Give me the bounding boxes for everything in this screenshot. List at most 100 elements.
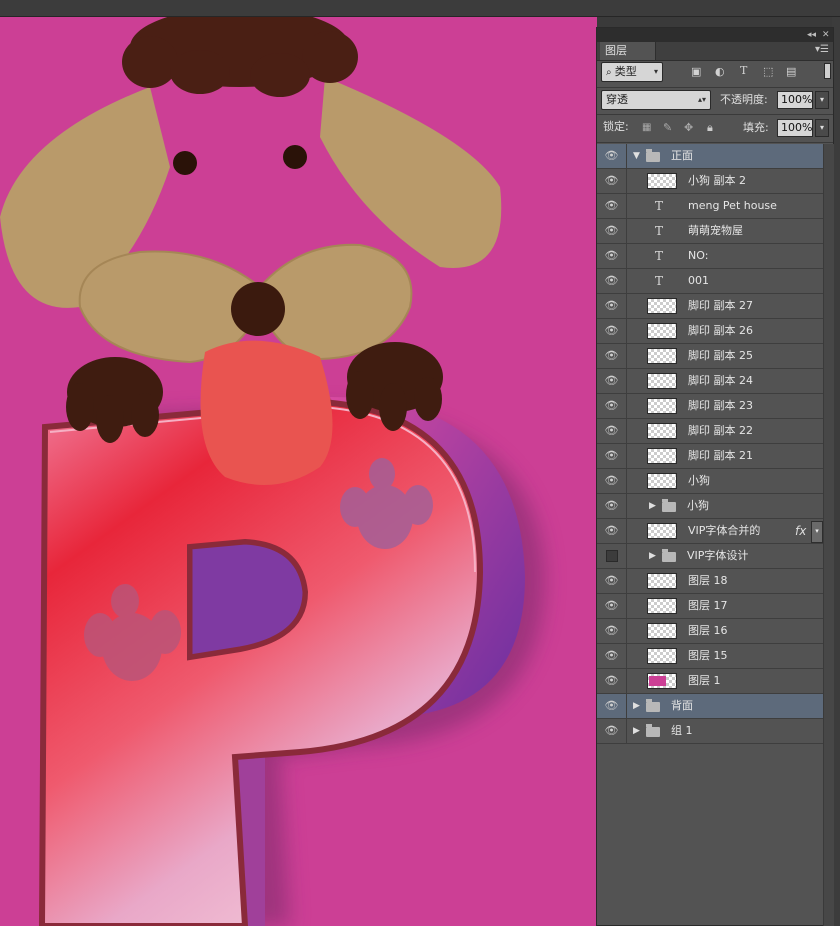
type-filter-icon[interactable]: T (740, 64, 747, 77)
eye-icon[interactable]: 👁︎ (597, 719, 627, 743)
eye-icon[interactable]: 👁︎ (597, 519, 627, 543)
layer-row[interactable]: 👁︎ ▶ 小狗 (597, 494, 823, 519)
layer-row[interactable]: 👁︎ Tmeng Pet house (597, 194, 823, 219)
layer-row[interactable]: 👁︎ T 萌萌宠物屋 (597, 219, 823, 244)
layer-row[interactable]: ▶ VIP字体设计 (597, 544, 823, 569)
layer-row[interactable]: 👁︎ 小狗 副本 2 (597, 169, 823, 194)
layer-row[interactable]: 👁︎ 脚印 副本 21 (597, 444, 823, 469)
lock-move-icon[interactable]: ✥ (684, 121, 693, 134)
fill-input[interactable]: 100% (777, 119, 813, 137)
eye-icon[interactable]: 👁︎ (597, 169, 627, 193)
dog-nose (231, 282, 285, 336)
eye-icon[interactable]: 👁︎ (597, 419, 627, 443)
effects-expand-icon[interactable]: ▾ (811, 521, 823, 543)
layer-row[interactable]: 👁︎ ▼ 正面 (597, 144, 823, 169)
layer-row[interactable]: 👁︎ 脚印 副本 25 (597, 344, 823, 369)
eye-icon[interactable]: 👁︎ (597, 194, 627, 218)
expand-right-icon[interactable]: ▶ (633, 719, 640, 743)
eye-icon[interactable]: 👁︎ (597, 469, 627, 493)
folder-icon (662, 499, 676, 512)
adjustment-filter-icon[interactable]: ◐ (715, 65, 725, 78)
shape-filter-icon[interactable]: ⬚ (763, 65, 773, 78)
filter-toggle-switch[interactable] (824, 63, 831, 79)
layer-row[interactable]: 👁︎ 图层 15 (597, 644, 823, 669)
eye-icon[interactable]: 👁︎ (597, 569, 627, 593)
expand-right-icon[interactable]: ▶ (649, 544, 656, 568)
lock-label: 锁定: (603, 120, 629, 133)
divider (597, 142, 833, 143)
fill-chevron-icon[interactable]: ▾ (815, 119, 829, 137)
layer-name: 组 1 (671, 724, 693, 737)
eye-icon[interactable]: 👁︎ (597, 619, 627, 643)
document-canvas[interactable] (0, 17, 597, 926)
eye-icon[interactable]: 👁︎ (597, 594, 627, 618)
layer-name: NO: (688, 249, 709, 262)
opacity-chevron-icon[interactable]: ▾ (815, 91, 829, 109)
layer-name: 脚印 副本 24 (688, 374, 753, 387)
eye-icon[interactable]: 👁︎ (597, 644, 627, 668)
layer-thumbnail (647, 373, 677, 389)
eye-icon[interactable]: 👁︎ (597, 694, 627, 718)
eye-icon[interactable]: 👁︎ (597, 294, 627, 318)
layer-name: 图层 15 (688, 649, 728, 662)
layers-panel: ◂◂ ✕ 图层 ▾☰ ⌕ 类型 ▾ ▣ ◐ T ⬚ ▤ 穿透 ▴▾ 不透明度: … (596, 27, 834, 926)
layer-row[interactable]: 👁︎ VIP字体合并的 fx ▾ (597, 519, 823, 544)
expand-right-icon[interactable]: ▶ (633, 694, 640, 718)
eye-icon[interactable]: 👁︎ (597, 144, 627, 168)
opacity-label: 不透明度: (720, 93, 768, 106)
layer-name: 001 (688, 274, 709, 287)
layer-thumbnail (647, 323, 677, 339)
layer-row[interactable]: 👁︎ 脚印 副本 24 (597, 369, 823, 394)
chevron-down-icon: ▴▾ (697, 95, 706, 104)
layer-thumbnail (647, 673, 677, 689)
eye-icon[interactable]: 👁︎ (597, 219, 627, 243)
dog-eye-left (173, 151, 197, 175)
panel-menu-icon[interactable]: ▾☰ (815, 44, 829, 55)
layer-thumbnail (647, 598, 677, 614)
expand-right-icon[interactable]: ▶ (649, 494, 656, 518)
lock-transparent-icon[interactable]: ▦ (642, 122, 651, 133)
layer-thumbnail (647, 473, 677, 489)
eye-icon[interactable]: 👁︎ (597, 269, 627, 293)
layer-row[interactable]: 👁︎ 脚印 副本 22 (597, 419, 823, 444)
layer-row[interactable]: 👁︎ 小狗 (597, 469, 823, 494)
image-filter-icon[interactable]: ▣ (691, 65, 701, 78)
tab-layers[interactable]: 图层 (600, 42, 656, 60)
eye-icon[interactable]: 👁︎ (597, 369, 627, 393)
layer-row[interactable]: 👁︎ T 001 (597, 269, 823, 294)
visibility-off-box[interactable] (597, 544, 627, 568)
smart-object-filter-icon[interactable]: ▤ (786, 65, 796, 78)
lock-all-icon[interactable]: 🔒︎ (707, 121, 713, 135)
layer-name: VIP字体合并的 (688, 524, 761, 537)
fx-badge[interactable]: fx (795, 519, 806, 543)
layer-row[interactable]: 👁︎ 图层 18 (597, 569, 823, 594)
layers-scrollbar[interactable] (823, 144, 834, 926)
eye-icon[interactable]: 👁︎ (597, 344, 627, 368)
blend-mode-dropdown[interactable]: 穿透 ▴▾ (601, 90, 711, 110)
layer-name: 脚印 副本 27 (688, 299, 753, 312)
eye-icon[interactable]: 👁︎ (597, 669, 627, 693)
eye-icon[interactable]: 👁︎ (597, 494, 627, 518)
eye-icon[interactable]: 👁︎ (597, 319, 627, 343)
layer-row[interactable]: 👁︎ 脚印 副本 27 (597, 294, 823, 319)
layer-row[interactable]: 👁︎ 脚印 副本 26 (597, 319, 823, 344)
layer-row[interactable]: 👁︎ 图层 1 (597, 669, 823, 694)
layer-name: 脚印 副本 23 (688, 399, 753, 412)
layer-thumbnail (647, 648, 677, 664)
lock-brush-icon[interactable]: ✎ (663, 121, 672, 134)
expand-down-icon[interactable]: ▼ (633, 144, 640, 168)
close-icon[interactable]: ✕ (822, 28, 830, 42)
eye-icon[interactable]: 👁︎ (597, 394, 627, 418)
layer-row[interactable]: 👁︎ 脚印 副本 23 (597, 394, 823, 419)
filter-kind-label: 类型 (614, 65, 637, 78)
opacity-input[interactable]: 100% (777, 91, 813, 109)
double-chevron-left-icon[interactable]: ◂◂ (807, 28, 816, 42)
layer-row[interactable]: 👁︎ 图层 16 (597, 619, 823, 644)
eye-icon[interactable]: 👁︎ (597, 444, 627, 468)
layer-row[interactable]: 👁︎ 图层 17 (597, 594, 823, 619)
layer-row[interactable]: 👁︎ T NO: (597, 244, 823, 269)
filter-kind-dropdown[interactable]: ⌕ 类型 ▾ (601, 62, 663, 82)
layer-row[interactable]: 👁︎ ▶ 组 1 (597, 719, 823, 744)
eye-icon[interactable]: 👁︎ (597, 244, 627, 268)
layer-row[interactable]: 👁︎ ▶ 背面 (597, 694, 823, 719)
